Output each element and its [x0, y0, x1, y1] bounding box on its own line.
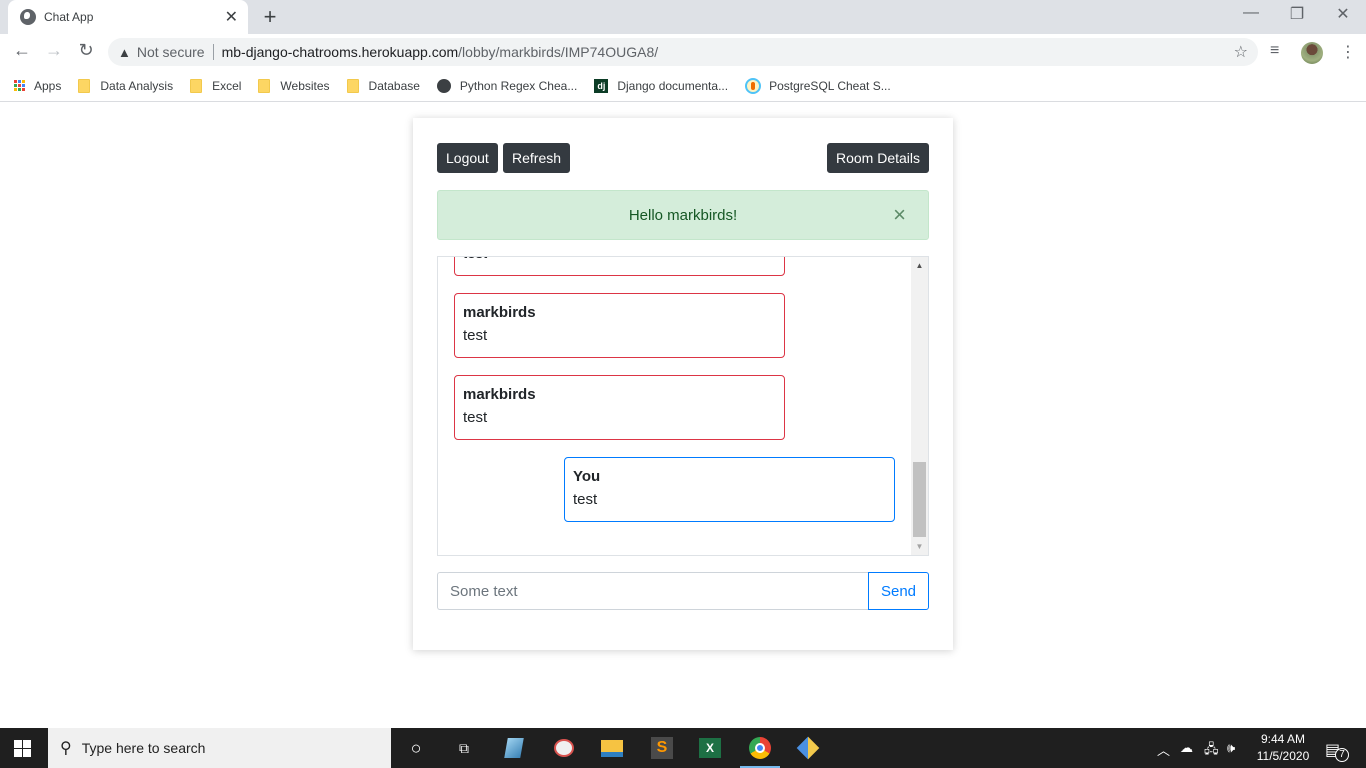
action-center-icon[interactable]: ▤ 7	[1325, 740, 1349, 762]
message-form: Send	[437, 572, 929, 610]
notification-count-badge: 7	[1335, 748, 1349, 762]
network-icon[interactable]: 🖧	[1204, 740, 1219, 762]
scrollbar-thumb[interactable]	[913, 462, 926, 537]
alert-message: Hello markbirds!	[628, 206, 738, 224]
folder-icon	[190, 78, 203, 93]
security-label: Not secure	[136, 44, 205, 60]
address-bar[interactable]: ▲ Not secure mb-django-chatrooms.herokua…	[108, 38, 1258, 66]
window-close-icon[interactable]: ✕	[1328, 4, 1358, 24]
forward-icon[interactable]: →	[42, 40, 66, 61]
bookmark-label: Python Regex Chea...	[459, 78, 578, 93]
url-path: /lobby/markbirds/IMP74OUGA8/	[458, 44, 659, 60]
browser-toolbar: ← → ↻ ▲ Not secure mb-django-chatrooms.h…	[0, 34, 1366, 70]
bookmark-apps[interactable]: Apps	[14, 79, 61, 93]
restore-icon[interactable]: ❐	[1282, 4, 1312, 24]
cortana-icon[interactable]: ○	[404, 736, 428, 760]
bookmarks-bar: Apps Data Analysis Excel Websites Databa…	[0, 70, 1366, 102]
welcome-alert: Hello markbirds! ×	[437, 190, 929, 240]
url-host: mb-django-chatrooms.herokuapp.com	[221, 44, 459, 60]
chat-card: Logout Refresh Room Details Hello markbi…	[413, 118, 953, 650]
send-button[interactable]: Send	[868, 572, 929, 610]
search-icon: ⚲	[60, 740, 72, 757]
apps-grid-icon	[14, 80, 25, 91]
onedrive-cloud-icon[interactable]: ☁	[1180, 740, 1193, 756]
chat-scrollbar[interactable]: ▲ ▼	[911, 257, 928, 555]
bookmark-data-analysis[interactable]: Data Analysis	[78, 78, 174, 93]
browser-tab[interactable]: Chat App ✕	[8, 0, 248, 34]
minimize-icon[interactable]: —	[1236, 4, 1266, 22]
notepad-app-icon[interactable]	[502, 736, 526, 760]
tab-close-icon[interactable]: ✕	[225, 7, 238, 27]
bookmark-python-regex[interactable]: Python Regex Chea...	[436, 78, 578, 93]
chat-messages[interactable]: test markbirds test markbirds test You t…	[437, 256, 929, 556]
taskbar-search[interactable]: ⚲ Type here to search	[48, 728, 391, 768]
bookmark-label: Database	[368, 78, 420, 93]
bookmark-websites[interactable]: Websites	[258, 78, 330, 93]
bookmark-label: Apps	[34, 78, 62, 93]
tray-chevron-up-icon[interactable]: ︿	[1157, 740, 1170, 759]
message-text: test	[463, 327, 488, 344]
reload-icon[interactable]: ↻	[74, 40, 98, 61]
divider	[212, 44, 214, 60]
folder-icon	[78, 78, 91, 93]
logout-button[interactable]: Logout	[437, 143, 498, 173]
menu-kebab-icon[interactable]: ⋮	[1340, 42, 1356, 62]
page-content: Logout Refresh Room Details Hello markbi…	[0, 103, 1366, 728]
profile-avatar[interactable]	[1301, 42, 1323, 64]
globe-icon	[20, 9, 36, 25]
chrome-app-icon[interactable]	[748, 736, 772, 760]
media-queue-icon[interactable]: ≡	[1270, 42, 1279, 60]
python-site-icon	[436, 78, 451, 93]
file-explorer-icon[interactable]	[600, 736, 624, 760]
clock-time: 9:44 AM	[1260, 732, 1306, 746]
bookmark-label: PostgreSQL Cheat S...	[769, 78, 891, 93]
own-message-item: You test	[564, 457, 895, 522]
system-clock[interactable]: 9:44 AM 11/5/2020	[1252, 731, 1314, 765]
bookmark-django-docs[interactable]: dj Django documenta...	[594, 78, 729, 93]
message-input[interactable]	[437, 572, 868, 610]
refresh-button[interactable]: Refresh	[503, 143, 571, 173]
folder-icon	[258, 78, 271, 93]
tab-title: Chat App	[44, 10, 94, 24]
new-tab-button[interactable]: +	[260, 4, 280, 30]
message-text: test	[573, 491, 598, 508]
windows-start-icon[interactable]	[14, 740, 32, 757]
back-icon[interactable]: ←	[10, 40, 34, 61]
message-author: You	[573, 468, 601, 485]
task-view-icon[interactable]: ⧉	[452, 736, 476, 760]
scroll-down-arrow-icon[interactable]: ▼	[911, 538, 928, 555]
message-text: test	[463, 409, 488, 426]
folder-icon	[346, 78, 359, 93]
sublime-text-icon[interactable]: S	[650, 736, 674, 760]
taskbar-search-placeholder: Type here to search	[81, 740, 206, 756]
snipping-tool-icon[interactable]	[552, 736, 576, 760]
django-icon: dj	[594, 78, 609, 93]
bookmark-label: Websites	[280, 78, 330, 93]
excel-app-icon[interactable]: X	[698, 736, 722, 760]
bookmark-label: Excel	[212, 78, 242, 93]
message-item: markbirds test	[454, 293, 785, 358]
message-item: test	[454, 257, 785, 276]
alert-close-icon[interactable]: ×	[893, 204, 906, 226]
bookmark-postgresql[interactable]: PostgreSQL Cheat S...	[745, 77, 891, 94]
git-app-icon[interactable]	[796, 736, 820, 760]
message-text: test	[463, 257, 776, 262]
room-details-button[interactable]: Room Details	[826, 143, 929, 173]
message-author: markbirds	[463, 386, 536, 403]
bookmark-label: Data Analysis	[100, 78, 174, 93]
volume-icon[interactable]: 🕪	[1227, 740, 1235, 756]
bookmark-label: Django documenta...	[617, 78, 729, 93]
bookmark-excel[interactable]: Excel	[190, 78, 242, 93]
message-item: markbirds test	[454, 375, 785, 440]
clock-date: 11/5/2020	[1256, 749, 1310, 763]
bookmark-database[interactable]: Database	[346, 78, 420, 93]
scroll-up-arrow-icon[interactable]: ▲	[911, 257, 928, 274]
warning-icon: ▲	[118, 44, 131, 60]
message-author: markbirds	[463, 304, 536, 321]
browser-tab-bar: Chat App ✕ + — ❐ ✕	[0, 0, 1366, 34]
postgres-site-icon	[745, 77, 762, 94]
bookmark-star-icon[interactable]: ☆	[1234, 42, 1248, 62]
windows-taskbar: ⚲ Type here to search ○ ⧉ S X ︿ ☁ 🖧 🕪 9:…	[0, 728, 1366, 768]
